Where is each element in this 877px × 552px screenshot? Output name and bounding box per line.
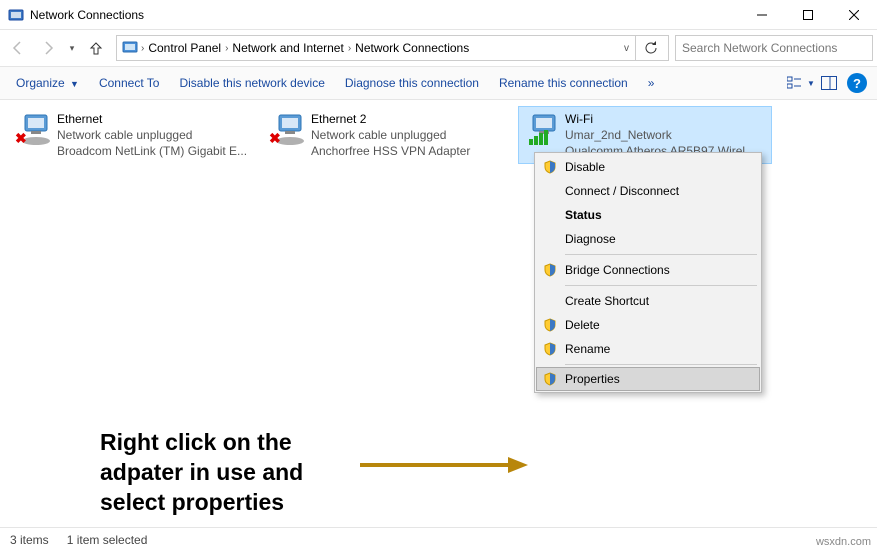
watermark: wsxdn.com [816, 536, 871, 548]
adapter-status: Network cable unplugged [311, 127, 511, 143]
search-input[interactable]: Search Network Connections [675, 35, 873, 61]
adapter-device: Broadcom NetLink (TM) Gigabit E... [57, 143, 257, 159]
title-bar: Network Connections [0, 0, 877, 30]
menu-item-disable[interactable]: Disable [537, 155, 759, 179]
shield-icon [541, 340, 559, 358]
network-adapter-item[interactable]: ✖ Ethernet 2 Network cable unplugged Anc… [264, 106, 518, 164]
shield-icon [541, 316, 559, 334]
annotation-text: Right click on the adpater in use and se… [100, 428, 303, 518]
shield-icon [541, 370, 559, 388]
menu-item-create-shortcut[interactable]: Create Shortcut [537, 289, 759, 313]
adapter-name: Ethernet 2 [311, 111, 511, 127]
minimize-button[interactable] [739, 0, 785, 30]
help-button[interactable]: ? [843, 69, 871, 97]
more-commands-button[interactable]: » [638, 72, 665, 94]
close-button[interactable] [831, 0, 877, 30]
command-bar: Organize ▼ Connect To Disable this netwo… [0, 66, 877, 100]
item-count: 3 items [10, 533, 49, 547]
menu-item-label: Properties [565, 372, 751, 386]
adapter-device: Anchorfree HSS VPN Adapter [311, 143, 511, 159]
menu-item-status[interactable]: Status [537, 203, 759, 227]
back-button[interactable] [4, 34, 32, 62]
app-icon [8, 7, 24, 23]
unplugged-x-icon: ✖ [269, 130, 281, 147]
window-title: Network Connections [30, 8, 144, 22]
menu-item-label: Create Shortcut [565, 294, 751, 308]
shield-icon [541, 261, 559, 279]
forward-button[interactable] [34, 34, 62, 62]
menu-item-delete[interactable]: Delete [537, 313, 759, 337]
shield-icon [541, 158, 559, 176]
menu-item-label: Status [565, 208, 751, 222]
menu-item-diagnose[interactable]: Diagnose [537, 227, 759, 251]
menu-item-properties[interactable]: Properties [536, 367, 760, 391]
menu-item-connect-disconnect[interactable]: Connect / Disconnect [537, 179, 759, 203]
blank-icon [541, 182, 559, 200]
content-area: ✖ Ethernet Network cable unplugged Broad… [0, 100, 877, 527]
breadcrumb-item[interactable]: Network Connections [351, 41, 473, 55]
control-panel-icon [121, 38, 139, 59]
address-bar[interactable]: › Control Panel › Network and Internet ›… [116, 35, 669, 61]
context-menu: Disable Connect / Disconnect Status Diag… [534, 152, 762, 393]
preview-pane-button[interactable] [815, 69, 843, 97]
up-button[interactable] [82, 34, 110, 62]
menu-separator [565, 254, 757, 255]
disable-device-button[interactable]: Disable this network device [169, 72, 334, 94]
connect-to-button[interactable]: Connect To [89, 72, 170, 94]
wifi-adapter-icon [525, 111, 561, 147]
menu-item-bridge-connections[interactable]: Bridge Connections [537, 258, 759, 282]
unplugged-x-icon: ✖ [15, 130, 27, 147]
search-placeholder: Search Network Connections [682, 41, 837, 55]
adapter-name: Ethernet [57, 111, 257, 127]
selection-count: 1 item selected [67, 533, 148, 547]
menu-item-label: Diagnose [565, 232, 751, 246]
ethernet-adapter-icon: ✖ [271, 111, 307, 147]
blank-icon [541, 206, 559, 224]
breadcrumb-item[interactable]: Network and Internet [228, 41, 347, 55]
view-options-button[interactable]: ▼ [787, 69, 815, 97]
annotation-arrow [360, 455, 530, 478]
diagnose-button[interactable]: Diagnose this connection [335, 72, 489, 94]
network-adapter-item[interactable]: ✖ Ethernet Network cable unplugged Broad… [10, 106, 264, 164]
status-bar: 3 items 1 item selected [0, 527, 877, 552]
menu-item-rename[interactable]: Rename [537, 337, 759, 361]
menu-item-label: Bridge Connections [565, 263, 751, 277]
adapter-status: Network cable unplugged [57, 127, 257, 143]
menu-separator [565, 285, 757, 286]
menu-item-label: Delete [565, 318, 751, 332]
refresh-button[interactable] [635, 36, 666, 60]
menu-item-label: Connect / Disconnect [565, 184, 751, 198]
ethernet-adapter-icon: ✖ [17, 111, 53, 147]
rename-button[interactable]: Rename this connection [489, 72, 638, 94]
menu-separator [565, 364, 757, 365]
address-dropdown[interactable]: v [618, 43, 635, 54]
organize-button[interactable]: Organize ▼ [6, 72, 89, 94]
blank-icon [541, 230, 559, 248]
recent-dropdown[interactable]: ▾ [64, 34, 80, 62]
maximize-button[interactable] [785, 0, 831, 30]
adapter-status: Umar_2nd_Network [565, 127, 765, 143]
address-bar-row: ▾ › Control Panel › Network and Internet… [0, 30, 877, 66]
menu-item-label: Rename [565, 342, 751, 356]
breadcrumb-item[interactable]: Control Panel [144, 41, 225, 55]
menu-item-label: Disable [565, 160, 751, 174]
adapter-name: Wi-Fi [565, 111, 765, 127]
blank-icon [541, 292, 559, 310]
